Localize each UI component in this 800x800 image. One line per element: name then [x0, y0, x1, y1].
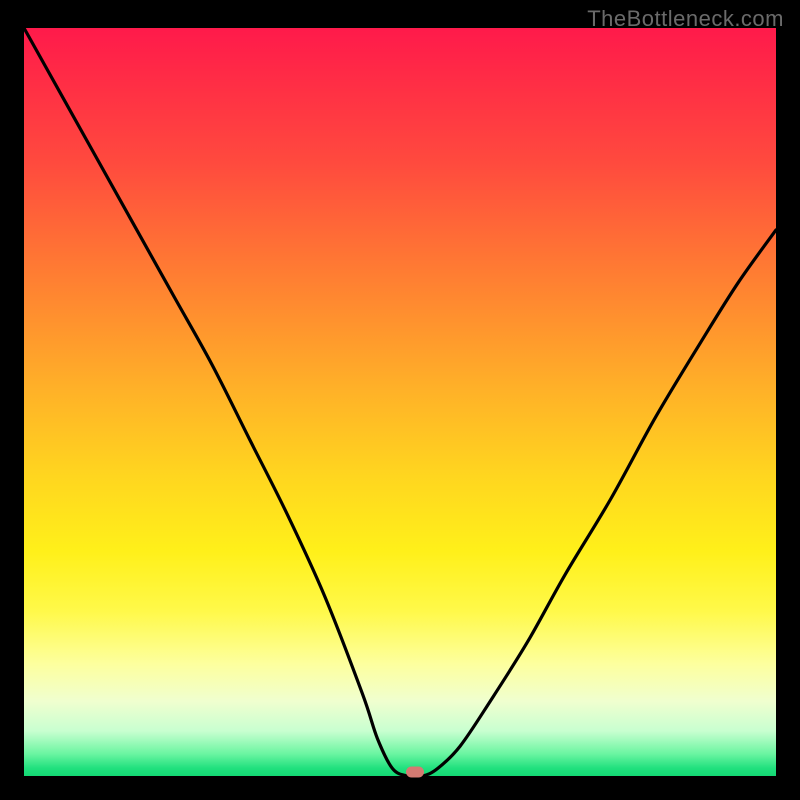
plot-area	[24, 28, 776, 776]
watermark-text: TheBottleneck.com	[587, 6, 784, 32]
bottleneck-curve	[24, 28, 776, 776]
plot-inner	[24, 28, 776, 776]
chart-frame: TheBottleneck.com	[0, 0, 800, 800]
optimal-marker	[406, 767, 424, 778]
curve-path	[24, 28, 776, 777]
